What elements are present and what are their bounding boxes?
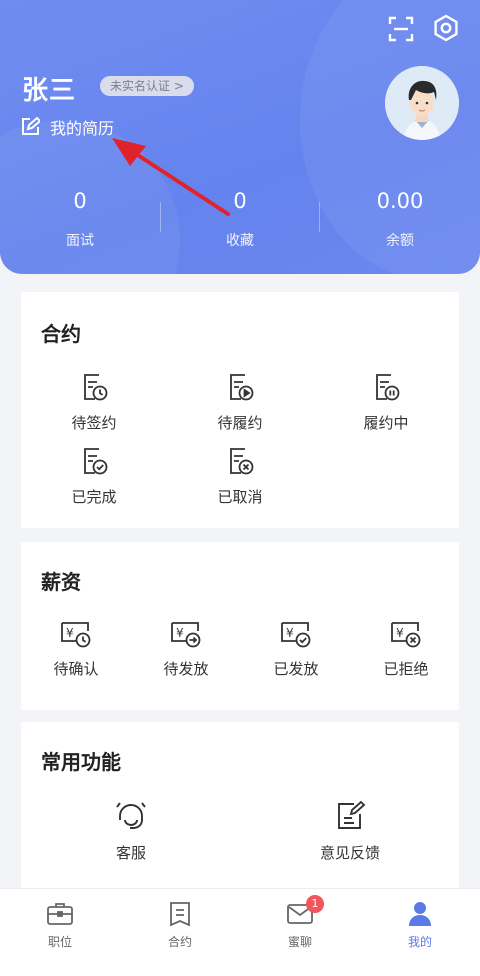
resume-link[interactable]: 我的简历 [20, 114, 114, 140]
feedback-icon [338, 800, 366, 829]
svg-text:¥: ¥ [176, 626, 184, 640]
salary-card-title: 薪资 [41, 570, 81, 594]
salary-rejected[interactable]: ¥ 已拒绝 [351, 618, 461, 679]
tab-chat[interactable]: 1 蜜聊 [240, 895, 360, 950]
contract-pending-perform[interactable]: 待履约 [185, 370, 295, 433]
stat-value: 0.00 [376, 189, 424, 213]
salary-item-label: 已发放 [273, 660, 319, 678]
contract-completed[interactable]: 已完成 [39, 444, 149, 507]
briefcase-icon [47, 903, 73, 925]
verify-badge[interactable]: 未实名认证 > [100, 76, 194, 96]
features-card-title: 常用功能 [41, 750, 121, 774]
stats-row: 0 面试 0 收藏 0.00 余额 [0, 186, 480, 256]
contract-cancelled[interactable]: 已取消 [185, 444, 295, 507]
resume-link-label: 我的简历 [50, 119, 115, 138]
contract-pending-sign-icon [84, 374, 108, 401]
salary-paid[interactable]: ¥ 已发放 [241, 618, 351, 679]
scan-icon[interactable] [388, 16, 414, 42]
contract-item-label: 待履约 [217, 414, 263, 432]
feature-item-label: 意见反馈 [319, 844, 380, 862]
tab-label: 我的 [407, 935, 432, 949]
feature-item-label: 客服 [115, 844, 146, 862]
tab-label: 职位 [47, 935, 72, 949]
stat-label: 收藏 [226, 233, 254, 249]
contract-item-label: 已取消 [217, 488, 263, 506]
unread-badge: 1 [306, 895, 324, 913]
stat-divider [319, 202, 320, 232]
salary-pending-payout-icon: ¥ [171, 622, 201, 648]
feedback[interactable]: 意见反馈 [295, 798, 405, 863]
profile-header: 张三 未实名认证 > 我的简历 0 面试 0 收藏 0.00 余额 [0, 0, 480, 274]
bottom-tabbar: 职位 合约 1 蜜聊 我的 [0, 888, 480, 976]
stat-label: 面试 [66, 233, 94, 249]
salary-pending-confirm-icon: ¥ [61, 622, 91, 648]
contract-card-title: 合约 [41, 322, 81, 346]
svg-text:¥: ¥ [286, 626, 294, 640]
edit-icon [22, 117, 40, 135]
tab-contracts[interactable]: 合约 [120, 901, 240, 950]
contract-performing[interactable]: 履约中 [331, 370, 441, 433]
salary-pending-confirm[interactable]: ¥ 待确认 [21, 618, 131, 679]
stat-balance[interactable]: 0.00 余额 [340, 186, 460, 250]
contract-icon [170, 902, 190, 927]
person-icon [409, 902, 431, 926]
contract-item-label: 履约中 [363, 414, 409, 432]
contract-item-label: 待签约 [71, 414, 117, 432]
settings-icon[interactable] [432, 14, 460, 42]
user-name: 张三 [22, 76, 77, 106]
contract-item-label: 已完成 [71, 488, 117, 506]
contract-card: 合约 待签约 待履约 履约中 已完成 已取消 [21, 292, 459, 528]
tab-label: 合约 [167, 935, 192, 949]
annotation-arrow-icon [112, 138, 230, 216]
svg-text:¥: ¥ [396, 626, 404, 640]
customer-service-icon [116, 802, 146, 829]
contract-cancelled-icon [230, 448, 254, 475]
tab-label: 蜜聊 [287, 935, 312, 949]
avatar[interactable] [385, 66, 459, 140]
features-card: 常用功能 客服 意见反馈 [21, 722, 459, 892]
salary-rejected-icon: ¥ [391, 622, 421, 648]
contract-pending-perform-icon [230, 374, 254, 401]
salary-card: 薪资 ¥ 待确认 ¥ 待发放 ¥ 已发放 ¥ 已拒绝 [21, 542, 459, 710]
contract-pending-sign[interactable]: 待签约 [39, 370, 149, 433]
contract-performing-icon [376, 374, 400, 401]
tab-mine[interactable]: 我的 [360, 901, 480, 950]
salary-item-label: 待确认 [53, 660, 99, 678]
salary-paid-icon: ¥ [281, 622, 311, 648]
salary-pending-payout[interactable]: ¥ 待发放 [131, 618, 241, 679]
stat-label: 余额 [386, 233, 414, 249]
svg-text:¥: ¥ [66, 626, 74, 640]
contract-completed-icon [84, 448, 108, 475]
salary-item-label: 已拒绝 [383, 660, 429, 678]
customer-service[interactable]: 客服 [76, 798, 186, 863]
tab-jobs[interactable]: 职位 [0, 901, 120, 950]
salary-item-label: 待发放 [163, 660, 209, 678]
